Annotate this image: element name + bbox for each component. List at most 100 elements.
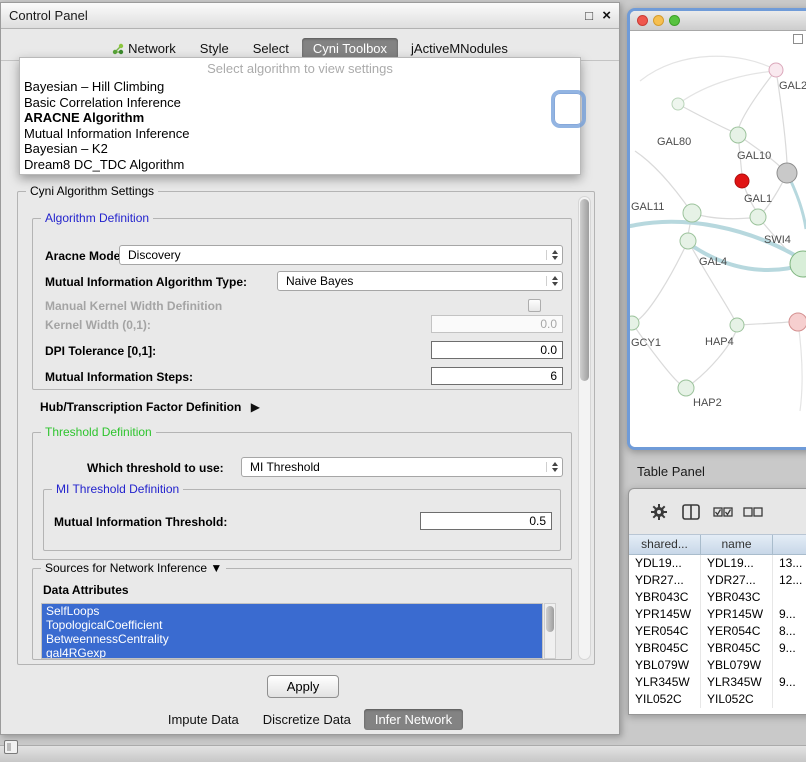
- aracne-mode-select[interactable]: Discovery: [119, 245, 563, 265]
- table-cell: YBR045C: [701, 640, 773, 657]
- data-attributes-list[interactable]: SelfLoopsTopologicalCoefficientBetweenne…: [41, 603, 543, 659]
- settings-scrollbar-thumb[interactable]: [580, 199, 589, 381]
- network-node[interactable]: [680, 233, 696, 249]
- network-node[interactable]: [678, 380, 694, 396]
- network-window-titlebar[interactable]: [630, 11, 806, 31]
- tab-style[interactable]: Style: [189, 38, 240, 59]
- algorithm-option[interactable]: ARACNE Algorithm: [20, 110, 580, 126]
- tab-infer-network[interactable]: Infer Network: [364, 709, 463, 730]
- table-cell: YLR345W: [701, 674, 773, 691]
- network-node[interactable]: [777, 163, 797, 183]
- dpi-tolerance-input[interactable]: [431, 341, 563, 359]
- collapsed-arrow-icon[interactable]: ▶: [251, 400, 260, 414]
- data-attribute-item[interactable]: gal4RGexp: [42, 646, 542, 659]
- table-cell: YBR045C: [629, 640, 701, 657]
- mi-threshold-group: MI Threshold Definition Mutual Informati…: [43, 489, 561, 551]
- control-panel-titlebar[interactable]: Control Panel □ ×: [1, 3, 619, 29]
- table-cell: 9...: [773, 606, 806, 623]
- which-threshold-select[interactable]: MI Threshold: [241, 457, 563, 477]
- network-node[interactable]: [730, 127, 746, 143]
- algorithm-option[interactable]: Mutual Information Inference: [20, 126, 580, 142]
- apply-button[interactable]: Apply: [267, 675, 339, 698]
- network-node[interactable]: [789, 313, 806, 331]
- network-edge: [640, 56, 776, 81]
- tab-impute-data[interactable]: Impute Data: [157, 709, 250, 730]
- data-attribute-item[interactable]: SelfLoops: [42, 604, 542, 618]
- close-icon[interactable]: ×: [602, 3, 611, 29]
- table-row[interactable]: YDR27...YDR27...12...: [629, 572, 806, 589]
- network-node[interactable]: [683, 204, 701, 222]
- birdseye-box[interactable]: [793, 34, 803, 44]
- algorithm-combo-focus-ring[interactable]: [554, 93, 583, 125]
- threshold-definition-group: Threshold Definition Which threshold to …: [32, 432, 572, 560]
- sources-title: Sources for Network Inference ▼: [41, 561, 226, 575]
- network-node[interactable]: [730, 318, 744, 332]
- table-cell: 12...: [773, 572, 806, 589]
- table-body[interactable]: YDL19...YDL19...13...YDR27...YDR27...12.…: [629, 555, 806, 714]
- table-row[interactable]: YBR045CYBR045C9...: [629, 640, 806, 657]
- mi-steps-input[interactable]: [431, 367, 563, 385]
- network-node[interactable]: [735, 174, 749, 188]
- table-cell: 9...: [773, 640, 806, 657]
- column-header[interactable]: [773, 535, 806, 554]
- tab-network[interactable]: Network: [101, 38, 187, 59]
- column-selector-icon[interactable]: [681, 502, 701, 522]
- mi-threshold-title: MI Threshold Definition: [52, 482, 183, 496]
- float-window-icon[interactable]: □: [585, 3, 593, 29]
- algorithm-definition-group: Algorithm Definition Aracne Mode: Discov…: [32, 218, 572, 390]
- list-scrollbar-thumb[interactable]: [546, 606, 554, 632]
- table-row[interactable]: YIL052CYIL052C: [629, 691, 806, 708]
- algorithm-option[interactable]: Bayesian – K2: [20, 141, 580, 157]
- tab-select[interactable]: Select: [242, 38, 300, 59]
- network-node[interactable]: [630, 316, 639, 330]
- hub-definition-toggle[interactable]: Hub/Transcription Factor Definition ▶: [40, 400, 260, 414]
- mi-type-select[interactable]: Naive Bayes: [277, 271, 563, 291]
- kernel-width-input[interactable]: [431, 315, 563, 333]
- table-panel-window[interactable]: shared...name YDL19...YDL19...13...YDR27…: [628, 488, 806, 715]
- table-row[interactable]: YBR043CYBR043C: [629, 589, 806, 606]
- table-row[interactable]: YLR345WYLR345W9...: [629, 674, 806, 691]
- threshold-definition-title: Threshold Definition: [41, 425, 156, 439]
- network-node[interactable]: [750, 209, 766, 225]
- expanded-arrow-icon[interactable]: ▼: [210, 561, 222, 575]
- close-traffic-light[interactable]: [637, 15, 648, 26]
- combo-arrows-icon: [546, 276, 558, 286]
- table-cell: YIL052C: [629, 691, 701, 708]
- tab-cyni-toolbox[interactable]: Cyni Toolbox: [302, 38, 398, 59]
- data-attributes-label: Data Attributes: [43, 583, 129, 597]
- tab-jactivemnodules[interactable]: jActiveMNodules: [400, 38, 519, 59]
- list-scrollbar[interactable]: [544, 603, 556, 659]
- settings-gear-icon[interactable]: [649, 502, 669, 522]
- settings-scrollbar[interactable]: [578, 196, 591, 660]
- hub-definition-label: Hub/Transcription Factor Definition: [40, 400, 241, 414]
- network-node[interactable]: [769, 63, 783, 77]
- table-row[interactable]: YER054CYER054C8...: [629, 623, 806, 640]
- network-canvas[interactable]: GAL2GAL80GAL10GAL11GAL1SWI4GAL4GCY1HAP4H…: [630, 31, 806, 447]
- network-window[interactable]: GAL2GAL80GAL10GAL11GAL1SWI4GAL4GCY1HAP4H…: [627, 8, 806, 450]
- deselect-all-icon[interactable]: [743, 502, 763, 522]
- data-attribute-item[interactable]: TopologicalCoefficient: [42, 618, 542, 632]
- column-header[interactable]: shared...: [629, 535, 701, 554]
- tab-label: Cyni Toolbox: [313, 41, 387, 56]
- manual-kernel-checkbox[interactable]: [528, 299, 541, 312]
- network-node[interactable]: [672, 98, 684, 110]
- network-view[interactable]: GAL2GAL80GAL10GAL11GAL1SWI4GAL4GCY1HAP4H…: [630, 31, 806, 447]
- tab-discretize-data[interactable]: Discretize Data: [252, 709, 362, 730]
- mi-threshold-input[interactable]: [420, 512, 552, 530]
- table-row[interactable]: YBL079WYBL079W: [629, 657, 806, 674]
- table-row[interactable]: YPR145WYPR145W9...: [629, 606, 806, 623]
- table-row[interactable]: YDL19...YDL19...13...: [629, 555, 806, 572]
- tab-label: Network: [128, 41, 176, 56]
- hidden-panel-icon[interactable]: [4, 740, 18, 754]
- algorithm-option[interactable]: Bayesian – Hill Climbing: [20, 79, 580, 95]
- data-attribute-item[interactable]: BetweennessCentrality: [42, 632, 542, 646]
- minimize-traffic-light[interactable]: [653, 15, 664, 26]
- column-header[interactable]: name: [701, 535, 773, 554]
- table-cell: 13...: [773, 555, 806, 572]
- algorithm-option[interactable]: Dream8 DC_TDC Algorithm: [20, 157, 580, 173]
- select-all-icon[interactable]: [713, 502, 733, 522]
- table-cell: [773, 589, 806, 606]
- algorithm-option[interactable]: Basic Correlation Inference: [20, 95, 580, 111]
- zoom-traffic-light[interactable]: [669, 15, 680, 26]
- algorithm-popup: Select algorithm to view settings Bayesi…: [19, 57, 581, 175]
